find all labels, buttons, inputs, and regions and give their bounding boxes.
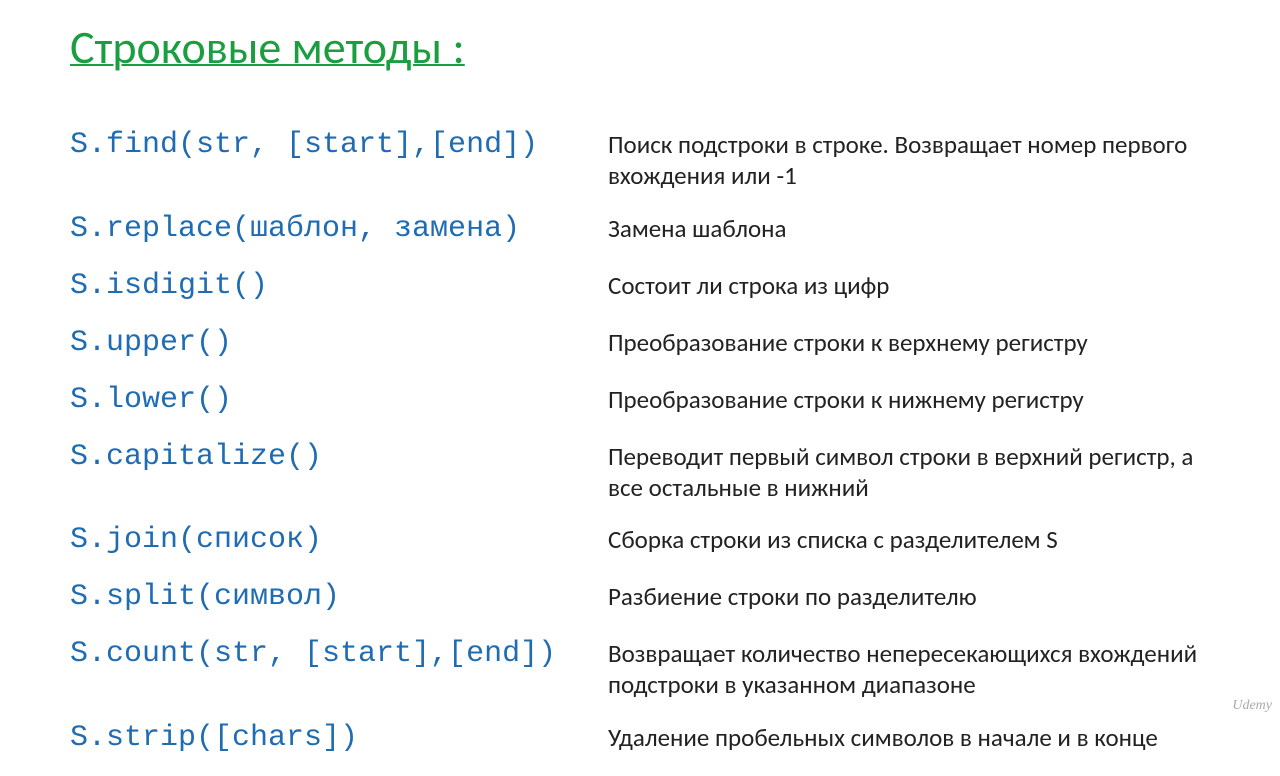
method-row: S.capitalize() Переводит первый символ с…: [70, 438, 1210, 504]
method-code: S.upper(): [70, 324, 600, 363]
method-row: S.find(str, [start],[end]) Поиск подстро…: [70, 126, 1210, 192]
method-description: Сборка строки из списка с разделителем S: [600, 521, 1058, 555]
method-description: Преобразование строки к верхнему регистр…: [600, 324, 1088, 358]
method-description: Переводит первый символ строки в верхний…: [600, 438, 1210, 504]
method-description: Поиск подстроки в строке. Возвращает ном…: [600, 126, 1210, 192]
method-code: S.strip([chars]): [70, 719, 600, 758]
method-description: Разбиение строки по разделителю: [600, 578, 977, 612]
method-row: S.lower() Преобразование строки к нижнем…: [70, 381, 1210, 420]
method-row: S.join(список) Сборка строки из списка с…: [70, 521, 1210, 560]
method-code: S.find(str, [start],[end]): [70, 126, 600, 165]
method-code: S.count(str, [start],[end]): [70, 635, 600, 674]
method-description: Замена шаблона: [600, 210, 786, 244]
method-code: S.replace(шаблон, замена): [70, 210, 600, 249]
method-row: S.count(str, [start],[end]) Возвращает к…: [70, 635, 1210, 701]
methods-list: S.find(str, [start],[end]) Поиск подстро…: [70, 126, 1210, 776]
method-description: Удаление пробельных символов в начале и …: [600, 719, 1158, 753]
method-row: S.upper() Преобразование строки к верхне…: [70, 324, 1210, 363]
method-row: S.replace(шаблон, замена) Замена шаблона: [70, 210, 1210, 249]
method-row: S.split(символ) Разбиение строки по разд…: [70, 578, 1210, 617]
method-code: S.isdigit(): [70, 267, 600, 306]
method-code: S.capitalize(): [70, 438, 600, 477]
method-row: S.strip([chars]) Удаление пробельных сим…: [70, 719, 1210, 758]
method-description: Состоит ли строка из цифр: [600, 267, 889, 301]
method-row: S.isdigit() Состоит ли строка из цифр: [70, 267, 1210, 306]
method-code: S.lower(): [70, 381, 600, 420]
method-code: S.split(символ): [70, 578, 600, 617]
method-description: Возвращает количество непересекающихся в…: [600, 635, 1210, 701]
method-code: S.join(список): [70, 521, 600, 560]
page-title: Строковые методы :: [70, 20, 1210, 76]
watermark: Udemy: [1232, 698, 1272, 714]
method-description: Преобразование строки к нижнему регистру: [600, 381, 1084, 415]
